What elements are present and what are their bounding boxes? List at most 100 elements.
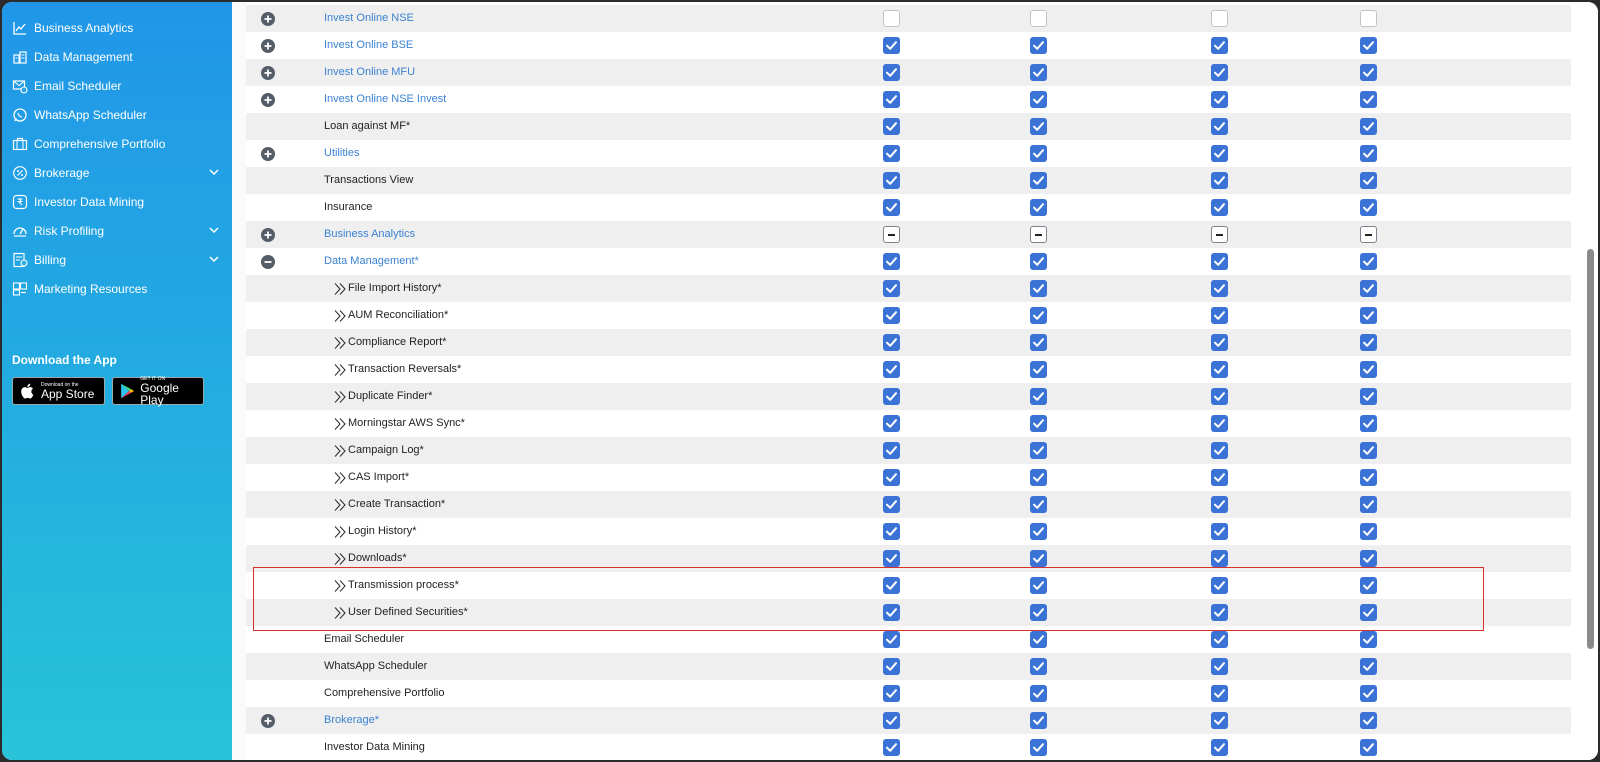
permission-checkbox-col-3[interactable] [1211,604,1228,621]
permission-checkbox-col-4[interactable] [1360,577,1377,594]
permission-checkbox-col-3[interactable] [1211,172,1228,189]
permission-checkbox-col-3[interactable] [1211,550,1228,567]
module-link[interactable]: Business Analytics [324,228,415,240]
permission-checkbox-col-3[interactable] [1211,307,1228,324]
permission-checkbox-col-1[interactable] [883,631,900,648]
permission-checkbox-col-1[interactable] [883,253,900,270]
permission-checkbox-col-3[interactable] [1211,631,1228,648]
chevron-down-icon[interactable] [208,166,220,178]
permission-checkbox-col-4[interactable] [1360,442,1377,459]
expand-icon[interactable] [261,714,275,728]
permission-checkbox-col-1[interactable] [883,712,900,729]
permission-checkbox-col-1[interactable] [883,523,900,540]
permission-checkbox-col-3[interactable] [1211,37,1228,54]
permission-checkbox-col-4[interactable] [1360,496,1377,513]
permission-checkbox-col-4[interactable] [1360,118,1377,135]
expand-icon[interactable] [261,147,275,161]
sidebar-item-email-scheduler[interactable]: Email Scheduler [2,71,232,100]
permission-checkbox-col-1[interactable] [883,307,900,324]
permission-checkbox-col-4[interactable] [1360,172,1377,189]
permission-checkbox-col-1[interactable] [883,442,900,459]
google-play-button[interactable]: GET IT ON Google Play [112,376,204,406]
expand-icon[interactable] [261,66,275,80]
module-link[interactable]: Invest Online MFU [324,66,415,78]
scrollbar-thumb[interactable] [1587,249,1594,649]
permission-checkbox-col-4[interactable] [1360,631,1377,648]
permission-checkbox-col-1[interactable] [883,64,900,81]
permission-checkbox-col-4[interactable] [1360,739,1377,756]
permission-checkbox-col-4[interactable] [1360,145,1377,162]
permission-checkbox-col-2[interactable] [1030,388,1047,405]
permission-checkbox-col-2[interactable] [1030,361,1047,378]
permission-checkbox-col-2[interactable] [1030,307,1047,324]
permission-checkbox-col-2[interactable] [1030,64,1047,81]
permission-checkbox-col-2[interactable] [1030,496,1047,513]
expand-icon[interactable] [261,93,275,107]
permission-checkbox-col-4[interactable] [1360,550,1377,567]
permission-checkbox-col-3[interactable] [1211,64,1228,81]
permission-checkbox-col-2[interactable] [1030,226,1047,243]
permission-checkbox-col-1[interactable] [883,415,900,432]
permission-checkbox-col-1[interactable] [883,361,900,378]
permission-checkbox-col-2[interactable] [1030,523,1047,540]
permission-checkbox-col-1[interactable] [883,280,900,297]
permission-checkbox-col-4[interactable] [1360,469,1377,486]
permission-checkbox-col-2[interactable] [1030,172,1047,189]
permission-checkbox-col-4[interactable] [1360,91,1377,108]
permission-checkbox-col-2[interactable] [1030,577,1047,594]
permission-checkbox-col-1[interactable] [883,550,900,567]
permission-checkbox-col-1[interactable] [883,604,900,621]
chevron-down-icon[interactable] [208,224,220,236]
permission-checkbox-col-2[interactable] [1030,10,1047,27]
permission-checkbox-col-3[interactable] [1211,658,1228,675]
permission-checkbox-col-2[interactable] [1030,91,1047,108]
permission-checkbox-col-3[interactable] [1211,10,1228,27]
module-link[interactable]: Invest Online NSE Invest [324,93,446,105]
sidebar-item-investor-data-mining[interactable]: Investor Data Mining [2,187,232,216]
permission-checkbox-col-2[interactable] [1030,334,1047,351]
permission-checkbox-col-4[interactable] [1360,361,1377,378]
permission-checkbox-col-1[interactable] [883,199,900,216]
permission-checkbox-col-2[interactable] [1030,550,1047,567]
permission-checkbox-col-2[interactable] [1030,199,1047,216]
permission-checkbox-col-4[interactable] [1360,334,1377,351]
permission-checkbox-col-2[interactable] [1030,604,1047,621]
permission-checkbox-col-2[interactable] [1030,280,1047,297]
permission-checkbox-col-1[interactable] [883,388,900,405]
sidebar-item-comprehensive-portfolio[interactable]: Comprehensive Portfolio [2,129,232,158]
permission-checkbox-col-3[interactable] [1211,685,1228,702]
permission-checkbox-col-2[interactable] [1030,145,1047,162]
permission-checkbox-col-2[interactable] [1030,712,1047,729]
permission-checkbox-col-1[interactable] [883,577,900,594]
sidebar-item-marketing-resources[interactable]: Marketing Resources [2,274,232,303]
permission-checkbox-col-3[interactable] [1211,712,1228,729]
permission-checkbox-col-3[interactable] [1211,388,1228,405]
permission-checkbox-col-3[interactable] [1211,118,1228,135]
module-link[interactable]: Brokerage* [324,714,379,726]
permission-checkbox-col-2[interactable] [1030,469,1047,486]
permission-checkbox-col-4[interactable] [1360,10,1377,27]
permission-checkbox-col-1[interactable] [883,37,900,54]
permission-checkbox-col-2[interactable] [1030,415,1047,432]
module-link[interactable]: Invest Online BSE [324,39,413,51]
permission-checkbox-col-3[interactable] [1211,91,1228,108]
permission-checkbox-col-1[interactable] [883,739,900,756]
permission-checkbox-col-4[interactable] [1360,658,1377,675]
permission-checkbox-col-2[interactable] [1030,253,1047,270]
permission-checkbox-col-3[interactable] [1211,739,1228,756]
permission-checkbox-col-1[interactable] [883,658,900,675]
permission-checkbox-col-4[interactable] [1360,415,1377,432]
app-store-button[interactable]: Download on the App Store [12,377,105,405]
permission-checkbox-col-2[interactable] [1030,739,1047,756]
expand-icon[interactable] [261,39,275,53]
permission-checkbox-col-3[interactable] [1211,145,1228,162]
permission-checkbox-col-1[interactable] [883,172,900,189]
permission-checkbox-col-2[interactable] [1030,37,1047,54]
permission-checkbox-col-3[interactable] [1211,415,1228,432]
sidebar-item-billing[interactable]: Billing [2,245,232,274]
permission-checkbox-col-4[interactable] [1360,37,1377,54]
permission-checkbox-col-4[interactable] [1360,64,1377,81]
permission-checkbox-col-3[interactable] [1211,199,1228,216]
permission-checkbox-col-1[interactable] [883,469,900,486]
collapse-icon[interactable] [261,255,275,269]
